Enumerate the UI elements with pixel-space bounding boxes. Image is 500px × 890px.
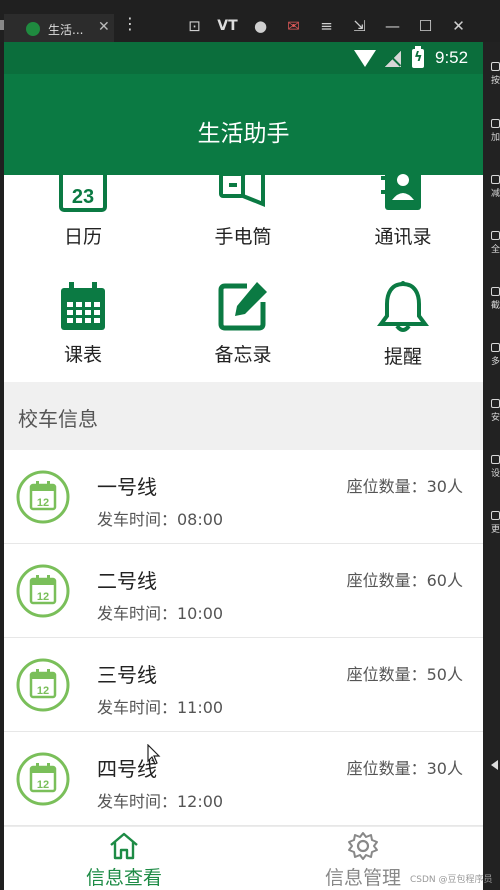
menu-icon[interactable]: ≡ (310, 17, 343, 35)
side-tool-settings[interactable]: 设 (491, 455, 500, 480)
app-favicon-icon (26, 22, 40, 36)
side-tool-screenshot[interactable]: 截 (491, 287, 500, 312)
svg-text:12: 12 (37, 591, 49, 603)
back-arrow-icon[interactable] (491, 760, 498, 770)
nav-label: 信息管理 (324, 867, 401, 889)
function-calendar[interactable]: 23 日历 (8, 172, 158, 249)
section-header: 校车信息 (4, 382, 483, 450)
vt-icon[interactable]: VT (211, 18, 244, 34)
mail-icon[interactable]: ✉ (277, 17, 310, 35)
minimize-icon[interactable]: — (376, 17, 409, 35)
pointer-icon (147, 744, 161, 765)
function-label: 备忘录 (214, 344, 272, 366)
timetable-icon (61, 282, 105, 330)
side-tool-volume-up[interactable]: 加 (491, 119, 500, 144)
gamepad-icon[interactable]: ⊡ (178, 17, 211, 35)
svg-text:12: 12 (37, 497, 49, 509)
app-bar: 生活助手 (4, 74, 483, 175)
multi-window-icon (491, 343, 500, 352)
contacts-icon (381, 172, 421, 210)
keyboard-icon (491, 62, 500, 71)
fullscreen-icon (491, 231, 500, 240)
calendar-circle-icon: 12 (16, 752, 70, 806)
function-label: 提醒 (383, 346, 422, 368)
shrink-icon[interactable]: ⇲ (343, 17, 376, 35)
battery-charging-icon (412, 46, 424, 68)
maximize-icon[interactable]: ☐ (409, 17, 442, 35)
side-tool-fullscreen[interactable]: 全 (491, 231, 500, 256)
section-title: 校车信息 (18, 407, 98, 431)
volume-up-icon (491, 119, 500, 128)
tab-title: 生活... (48, 23, 84, 37)
nav-info-view[interactable]: 信息查看 (54, 831, 194, 890)
function-flashlight[interactable]: 手电筒 (168, 172, 318, 249)
window-controls: ⊡ VT ● ✉ ≡ ⇲ — ☐ ✕ (178, 14, 475, 38)
side-tool-more[interactable]: 更 (491, 511, 500, 536)
function-label: 手电筒 (214, 226, 272, 248)
wifi-icon (354, 50, 376, 67)
calendar-circle-icon: 12 (16, 658, 70, 712)
function-label: 通讯录 (374, 226, 432, 248)
window-titlebar: 生活... ✕ ⋮ ⊡ VT ● ✉ ≡ ⇲ — ☐ ✕ (0, 0, 500, 42)
seat-count: 座位数量：30人 (346, 477, 463, 496)
more-options-icon[interactable]: ⋮ (122, 14, 138, 33)
side-tool-keys[interactable]: 按 (491, 62, 500, 87)
bell-icon (377, 281, 429, 332)
function-label: 日历 (63, 226, 102, 248)
svg-text:12: 12 (37, 779, 49, 791)
calendar-circle-icon: 12 (16, 564, 70, 618)
more-icon (491, 511, 500, 520)
list-item[interactable]: 12 二号线 发车时间：10:00 座位数量：60人 (4, 544, 483, 638)
signal-off-icon (385, 50, 401, 67)
watermark: CSDN @豆包程序员 (410, 875, 493, 885)
list-item[interactable]: 12 三号线 发车时间：11:00 座位数量：50人 (4, 638, 483, 732)
line-name: 一号线 (97, 475, 157, 499)
home-icon (110, 832, 138, 860)
function-reminder[interactable]: 提醒 (328, 280, 478, 369)
seat-count: 座位数量：30人 (346, 759, 463, 778)
phone-screen: 9:52 生活助手 23 日历 手电筒 通讯录 (4, 42, 483, 890)
seat-count: 座位数量：60人 (346, 571, 463, 590)
departure-time: 发车时间：11:00 (97, 698, 224, 717)
side-tool-multi[interactable]: 多 (491, 343, 500, 368)
install-icon (491, 399, 500, 408)
user-icon[interactable]: ● (244, 17, 277, 35)
departure-time: 发车时间：12:00 (97, 792, 224, 811)
memo-icon (218, 282, 267, 331)
app-tab[interactable]: 生活... ✕ (4, 14, 114, 42)
gear-icon (348, 832, 378, 860)
line-name: 三号线 (97, 663, 157, 687)
function-label: 课表 (63, 344, 102, 366)
settings-icon (491, 455, 500, 464)
svg-text:12: 12 (37, 685, 49, 697)
status-bar: 9:52 (4, 42, 483, 74)
seat-count: 座位数量：50人 (346, 665, 463, 684)
departure-time: 发车时间：10:00 (97, 604, 224, 623)
flashlight-icon (219, 172, 265, 207)
volume-down-icon (491, 175, 500, 184)
calendar-circle-icon: 12 (16, 470, 70, 524)
tab-close-icon[interactable]: ✕ (98, 19, 110, 35)
page-title: 生活助手 (197, 121, 290, 147)
svg-text:23: 23 (72, 186, 94, 208)
line-name: 二号线 (97, 569, 157, 593)
calendar-icon: 23 (59, 172, 107, 212)
function-memo[interactable]: 备忘录 (168, 280, 318, 367)
nav-label: 信息查看 (85, 867, 162, 889)
side-tool-install[interactable]: 安 (491, 399, 500, 424)
close-window-icon[interactable]: ✕ (442, 17, 475, 35)
side-tool-volume-down[interactable]: 减 (491, 175, 500, 200)
function-timetable[interactable]: 课表 (8, 280, 158, 367)
scissors-icon (491, 287, 500, 296)
list-item[interactable]: 12 一号线 发车时间：08:00 座位数量：30人 (4, 450, 483, 544)
departure-time: 发车时间：08:00 (97, 510, 224, 529)
status-time: 9:52 (435, 48, 469, 67)
list-item[interactable]: 12 四号线 发车时间：12:00 座位数量：30人 (4, 732, 483, 826)
function-contacts[interactable]: 通讯录 (328, 172, 478, 249)
